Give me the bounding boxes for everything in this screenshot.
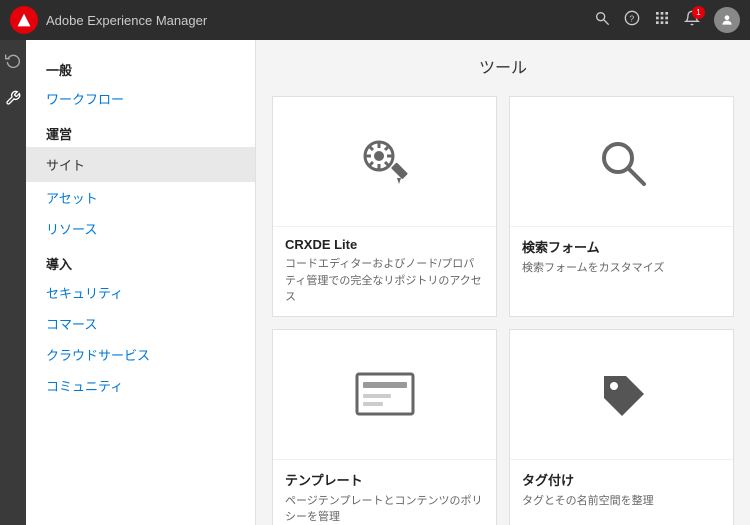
apps-icon[interactable]: [654, 10, 670, 31]
card-templates-desc: ページテンプレートとコンテンツのポリシーを管理: [285, 493, 484, 525]
sidebar-item-community[interactable]: コミュニティ: [26, 370, 255, 401]
header: Adobe Experience Manager ? 1: [0, 0, 750, 40]
card-templates-body: テンプレート ページテンプレートとコンテンツのポリシーを管理: [273, 460, 496, 525]
sidebar-item-commerce[interactable]: コマース: [26, 308, 255, 339]
card-templates-title: テンプレート: [285, 470, 484, 489]
card-search-forms[interactable]: 検索フォーム 検索フォームをカスタマイズ: [509, 96, 734, 317]
sidebar-item-sites[interactable]: サイト: [26, 147, 255, 182]
notification-icon[interactable]: 1: [684, 10, 700, 31]
card-crxde-desc: コードエディターおよびノード/プロパティ管理での完全なリポジトリのアクセス: [285, 256, 484, 306]
user-avatar[interactable]: [714, 7, 740, 33]
card-tagging-desc: タグとその名前空間を整理: [522, 493, 721, 510]
rail-refresh-icon[interactable]: [1, 48, 25, 76]
card-search-forms-image: [510, 97, 733, 227]
rail-wrench-icon[interactable]: [1, 86, 25, 114]
card-search-forms-desc: 検索フォームをカスタマイズ: [522, 260, 721, 277]
card-crxde-image: [273, 97, 496, 227]
adobe-logo: [10, 6, 38, 34]
sidebar-category-deployment: 導入: [26, 244, 255, 277]
search-icon[interactable]: [594, 10, 610, 31]
sidebar-item-assets[interactable]: アセット: [26, 182, 255, 213]
card-tagging[interactable]: タグ付け タグとその名前空間を整理: [509, 329, 734, 525]
card-crxde-title: CRXDE Lite: [285, 237, 484, 252]
card-templates-image: [273, 330, 496, 460]
card-search-forms-title: 検索フォーム: [522, 237, 721, 256]
header-right: ? 1: [594, 7, 740, 33]
card-tagging-image: [510, 330, 733, 460]
left-rail: [0, 40, 26, 525]
sidebar-item-resources[interactable]: リソース: [26, 213, 255, 244]
header-left: Adobe Experience Manager: [10, 6, 207, 34]
sidebar-category-general: 一般: [26, 50, 255, 83]
svg-text:?: ?: [629, 13, 634, 23]
card-templates[interactable]: テンプレート ページテンプレートとコンテンツのポリシーを管理: [272, 329, 497, 525]
main-content: ツール: [256, 40, 750, 525]
card-tagging-title: タグ付け: [522, 470, 721, 489]
sidebar-item-security[interactable]: セキュリティ: [26, 277, 255, 308]
sidebar-item-workflow[interactable]: ワークフロー: [26, 83, 255, 114]
sidebar: 一般 ワークフロー 運営 サイト アセット リソース 導入 セキュリティ コマー…: [26, 40, 256, 525]
help-icon[interactable]: ?: [624, 10, 640, 31]
notification-badge: 1: [692, 6, 705, 19]
cards-grid: CRXDE Lite コードエディターおよびノード/プロパティ管理での完全なリポ…: [256, 88, 750, 525]
page-title: ツール: [256, 40, 750, 88]
card-crxde-body: CRXDE Lite コードエディターおよびノード/プロパティ管理での完全なリポ…: [273, 227, 496, 316]
main-layout: 一般 ワークフロー 運営 サイト アセット リソース 導入 セキュリティ コマー…: [0, 40, 750, 525]
card-search-forms-body: 検索フォーム 検索フォームをカスタマイズ: [510, 227, 733, 287]
app-title: Adobe Experience Manager: [46, 13, 207, 28]
card-tagging-body: タグ付け タグとその名前空間を整理: [510, 460, 733, 520]
sidebar-category-operations: 運営: [26, 114, 255, 147]
sidebar-item-cloud[interactable]: クラウドサービス: [26, 339, 255, 370]
card-crxde[interactable]: CRXDE Lite コードエディターおよびノード/プロパティ管理での完全なリポ…: [272, 96, 497, 317]
